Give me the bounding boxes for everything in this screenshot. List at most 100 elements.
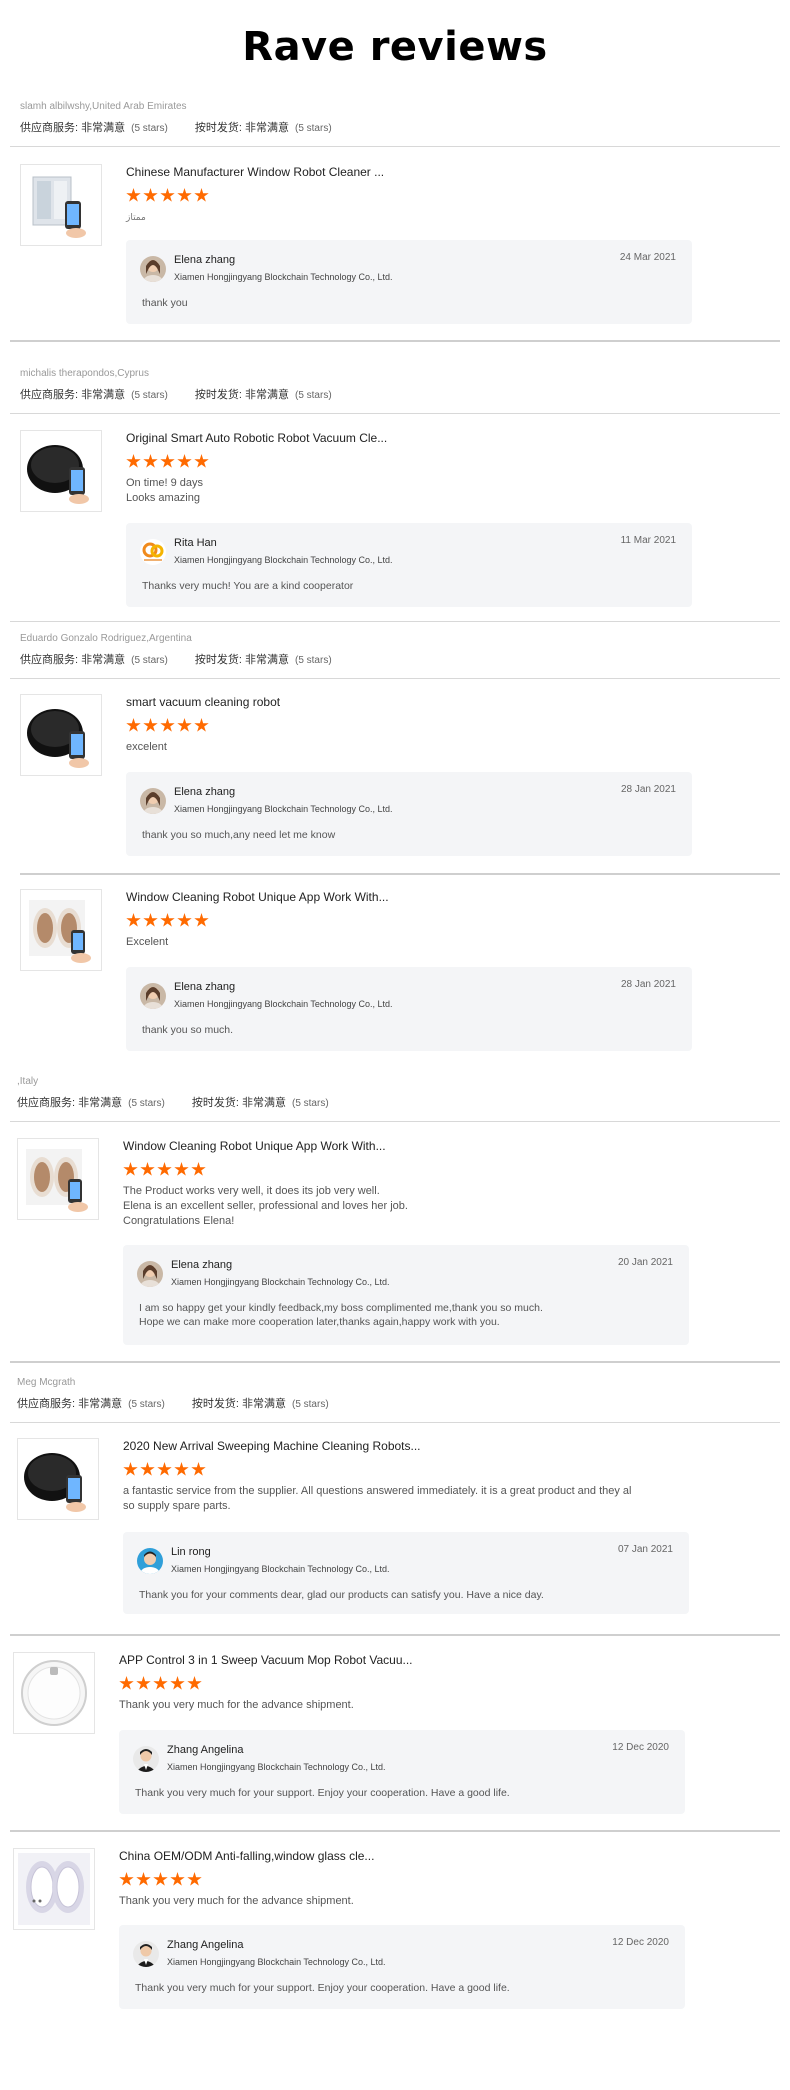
star-icon <box>191 1162 206 1176</box>
company-logo-icon <box>140 539 166 565</box>
star-icon <box>194 454 209 468</box>
star-icon <box>177 718 192 732</box>
divider <box>10 1830 780 1832</box>
star-icon <box>160 913 175 927</box>
star-icon <box>194 188 209 202</box>
reply-text: thank you <box>142 297 188 309</box>
supplier-service-rating: 供应商服务: 非常满意 (5 stars) <box>17 1097 165 1109</box>
suit-avatar-icon <box>133 1746 159 1772</box>
black-robot-vacuum-icon[interactable] <box>20 694 102 776</box>
divider <box>20 873 780 875</box>
star-icon <box>160 454 175 468</box>
star-icon <box>140 1162 155 1176</box>
divider <box>10 146 780 147</box>
star-icon <box>119 1872 134 1886</box>
reply-author-name: Elena zhang <box>174 981 236 993</box>
reply-author-name: Lin rong <box>171 1546 211 1558</box>
buyer-header: slamh albilwshy,United Arab Emirates 供应商… <box>20 100 780 136</box>
review-comment: Thank you very much for the advance ship… <box>119 1895 354 1907</box>
buyer-name: Meg Mcgrath <box>17 1377 76 1388</box>
review-comment: On time! 9 days Looks amazing <box>126 477 204 504</box>
page-title: Rave reviews <box>242 24 548 70</box>
star-icon <box>143 188 158 202</box>
window-robot-gold-icon[interactable] <box>20 889 102 971</box>
buyer-ratings: 供应商服务: 非常满意 (5 stars) 按时发货: 非常满意 (5 stars) <box>17 1396 777 1412</box>
divider <box>10 1634 780 1636</box>
star-icon <box>143 913 158 927</box>
woman-avatar-icon <box>137 1261 163 1287</box>
buyer-ratings: 供应商服务: 非常满意 (5 stars) 按时发货: 非常满意 (5 stars) <box>20 652 780 668</box>
suit-avatar-icon <box>133 1941 159 1967</box>
white-robot-vacuum-icon[interactable] <box>13 1652 95 1734</box>
star-icon <box>136 1676 151 1690</box>
buyer-ratings: 供应商服务: 非常满意 (5 stars) 按时发货: 非常满意 (5 stars) <box>20 120 780 136</box>
star-icon <box>136 1872 151 1886</box>
divider <box>10 1121 780 1122</box>
reply-text: Thank you very much for your support. En… <box>135 1982 510 1994</box>
product-title[interactable]: Window Cleaning Robot Unique App Work Wi… <box>123 1138 683 1154</box>
star-icon <box>177 188 192 202</box>
product-title[interactable]: smart vacuum cleaning robot <box>126 694 686 710</box>
star-icon <box>187 1676 202 1690</box>
star-rating <box>123 1462 723 1478</box>
reply-date: 24 Mar 2021 <box>619 252 676 263</box>
supplier-reply: Elena zhang Xiamen Hongjingyang Blockcha… <box>123 1245 689 1345</box>
man-avatar-icon <box>137 1548 163 1574</box>
product-title[interactable]: APP Control 3 in 1 Sweep Vacuum Mop Robo… <box>119 1652 679 1668</box>
star-rating <box>119 1872 679 1888</box>
buyer-name: ,Italy <box>17 1076 39 1087</box>
star-icon <box>170 1676 185 1690</box>
star-icon <box>153 1676 168 1690</box>
product-title[interactable]: 2020 New Arrival Sweeping Machine Cleani… <box>123 1438 723 1454</box>
buyer-name: slamh albilwshy,United Arab Emirates <box>20 101 187 112</box>
product-title[interactable]: Window Cleaning Robot Unique App Work Wi… <box>126 889 686 905</box>
black-robot-vacuum-icon[interactable] <box>20 430 102 512</box>
reply-text: Thank you for your comments dear, glad o… <box>139 1589 544 1601</box>
reply-company: Xiamen Hongjingyang Blockchain Technolog… <box>171 1277 390 1287</box>
buyer-header: Meg Mcgrath 供应商服务: 非常满意 (5 stars) 按时发货: 非… <box>17 1376 777 1412</box>
review-comment: Thank you very much for the advance ship… <box>119 1699 354 1711</box>
star-icon <box>174 1162 189 1176</box>
reply-company: Xiamen Hongjingyang Blockchain Technolog… <box>167 1762 386 1772</box>
reply-date: 20 Jan 2021 <box>617 1257 673 1268</box>
woman-avatar-icon <box>140 983 166 1009</box>
star-icon <box>170 1872 185 1886</box>
reply-author-name: Zhang Angelina <box>167 1939 244 1951</box>
supplier-reply: Elena zhang Xiamen Hongjingyang Blockcha… <box>126 772 692 856</box>
product-title[interactable]: Original Smart Auto Robotic Robot Vacuum… <box>126 430 686 446</box>
review-comment: ممتاز <box>126 212 146 222</box>
window-robot-app-icon[interactable] <box>20 164 102 246</box>
reply-text: thank you so much,any need let me know <box>142 829 336 841</box>
star-rating <box>119 1676 679 1692</box>
review-comment: The Product works very well, it does its… <box>123 1185 408 1227</box>
divider <box>10 678 780 679</box>
star-rating <box>126 913 686 929</box>
product-title[interactable]: China OEM/ODM Anti-falling,window glass … <box>119 1848 679 1864</box>
star-rating <box>123 1162 683 1178</box>
star-icon <box>174 1462 189 1476</box>
star-icon <box>126 454 141 468</box>
supplier-reply: Zhang Angelina Xiamen Hongjingyang Block… <box>119 1925 685 2009</box>
star-icon <box>126 188 141 202</box>
on-time-shipment-rating: 按时发货: 非常满意 (5 stars) <box>191 1398 329 1410</box>
black-robot-vacuum-icon[interactable] <box>17 1438 99 1520</box>
supplier-reply: Lin rong Xiamen Hongjingyang Blockchain … <box>123 1532 689 1614</box>
window-robot-white-icon[interactable] <box>13 1848 95 1930</box>
reply-date: 12 Dec 2020 <box>612 1742 669 1753</box>
reply-text: Thanks very much! You are a kind coopera… <box>142 580 354 592</box>
reply-text: Thank you very much for your support. En… <box>135 1787 510 1799</box>
window-robot-gold-icon[interactable] <box>17 1138 99 1220</box>
star-icon <box>177 454 192 468</box>
reply-company: Xiamen Hongjingyang Blockchain Technolog… <box>171 1564 390 1574</box>
star-icon <box>194 913 209 927</box>
star-icon <box>160 188 175 202</box>
reply-author-name: Elena zhang <box>171 1259 233 1271</box>
product-title[interactable]: Chinese Manufacturer Window Robot Cleane… <box>126 164 686 180</box>
star-icon <box>194 718 209 732</box>
on-time-shipment-rating: 按时发货: 非常满意 (5 stars) <box>194 654 332 666</box>
star-icon <box>123 1462 138 1476</box>
reply-company: Xiamen Hongjingyang Blockchain Technolog… <box>174 804 393 814</box>
star-icon <box>187 1872 202 1886</box>
on-time-shipment-rating: 按时发货: 非常满意 (5 stars) <box>191 1097 329 1109</box>
review-comment: excelent <box>126 741 167 753</box>
